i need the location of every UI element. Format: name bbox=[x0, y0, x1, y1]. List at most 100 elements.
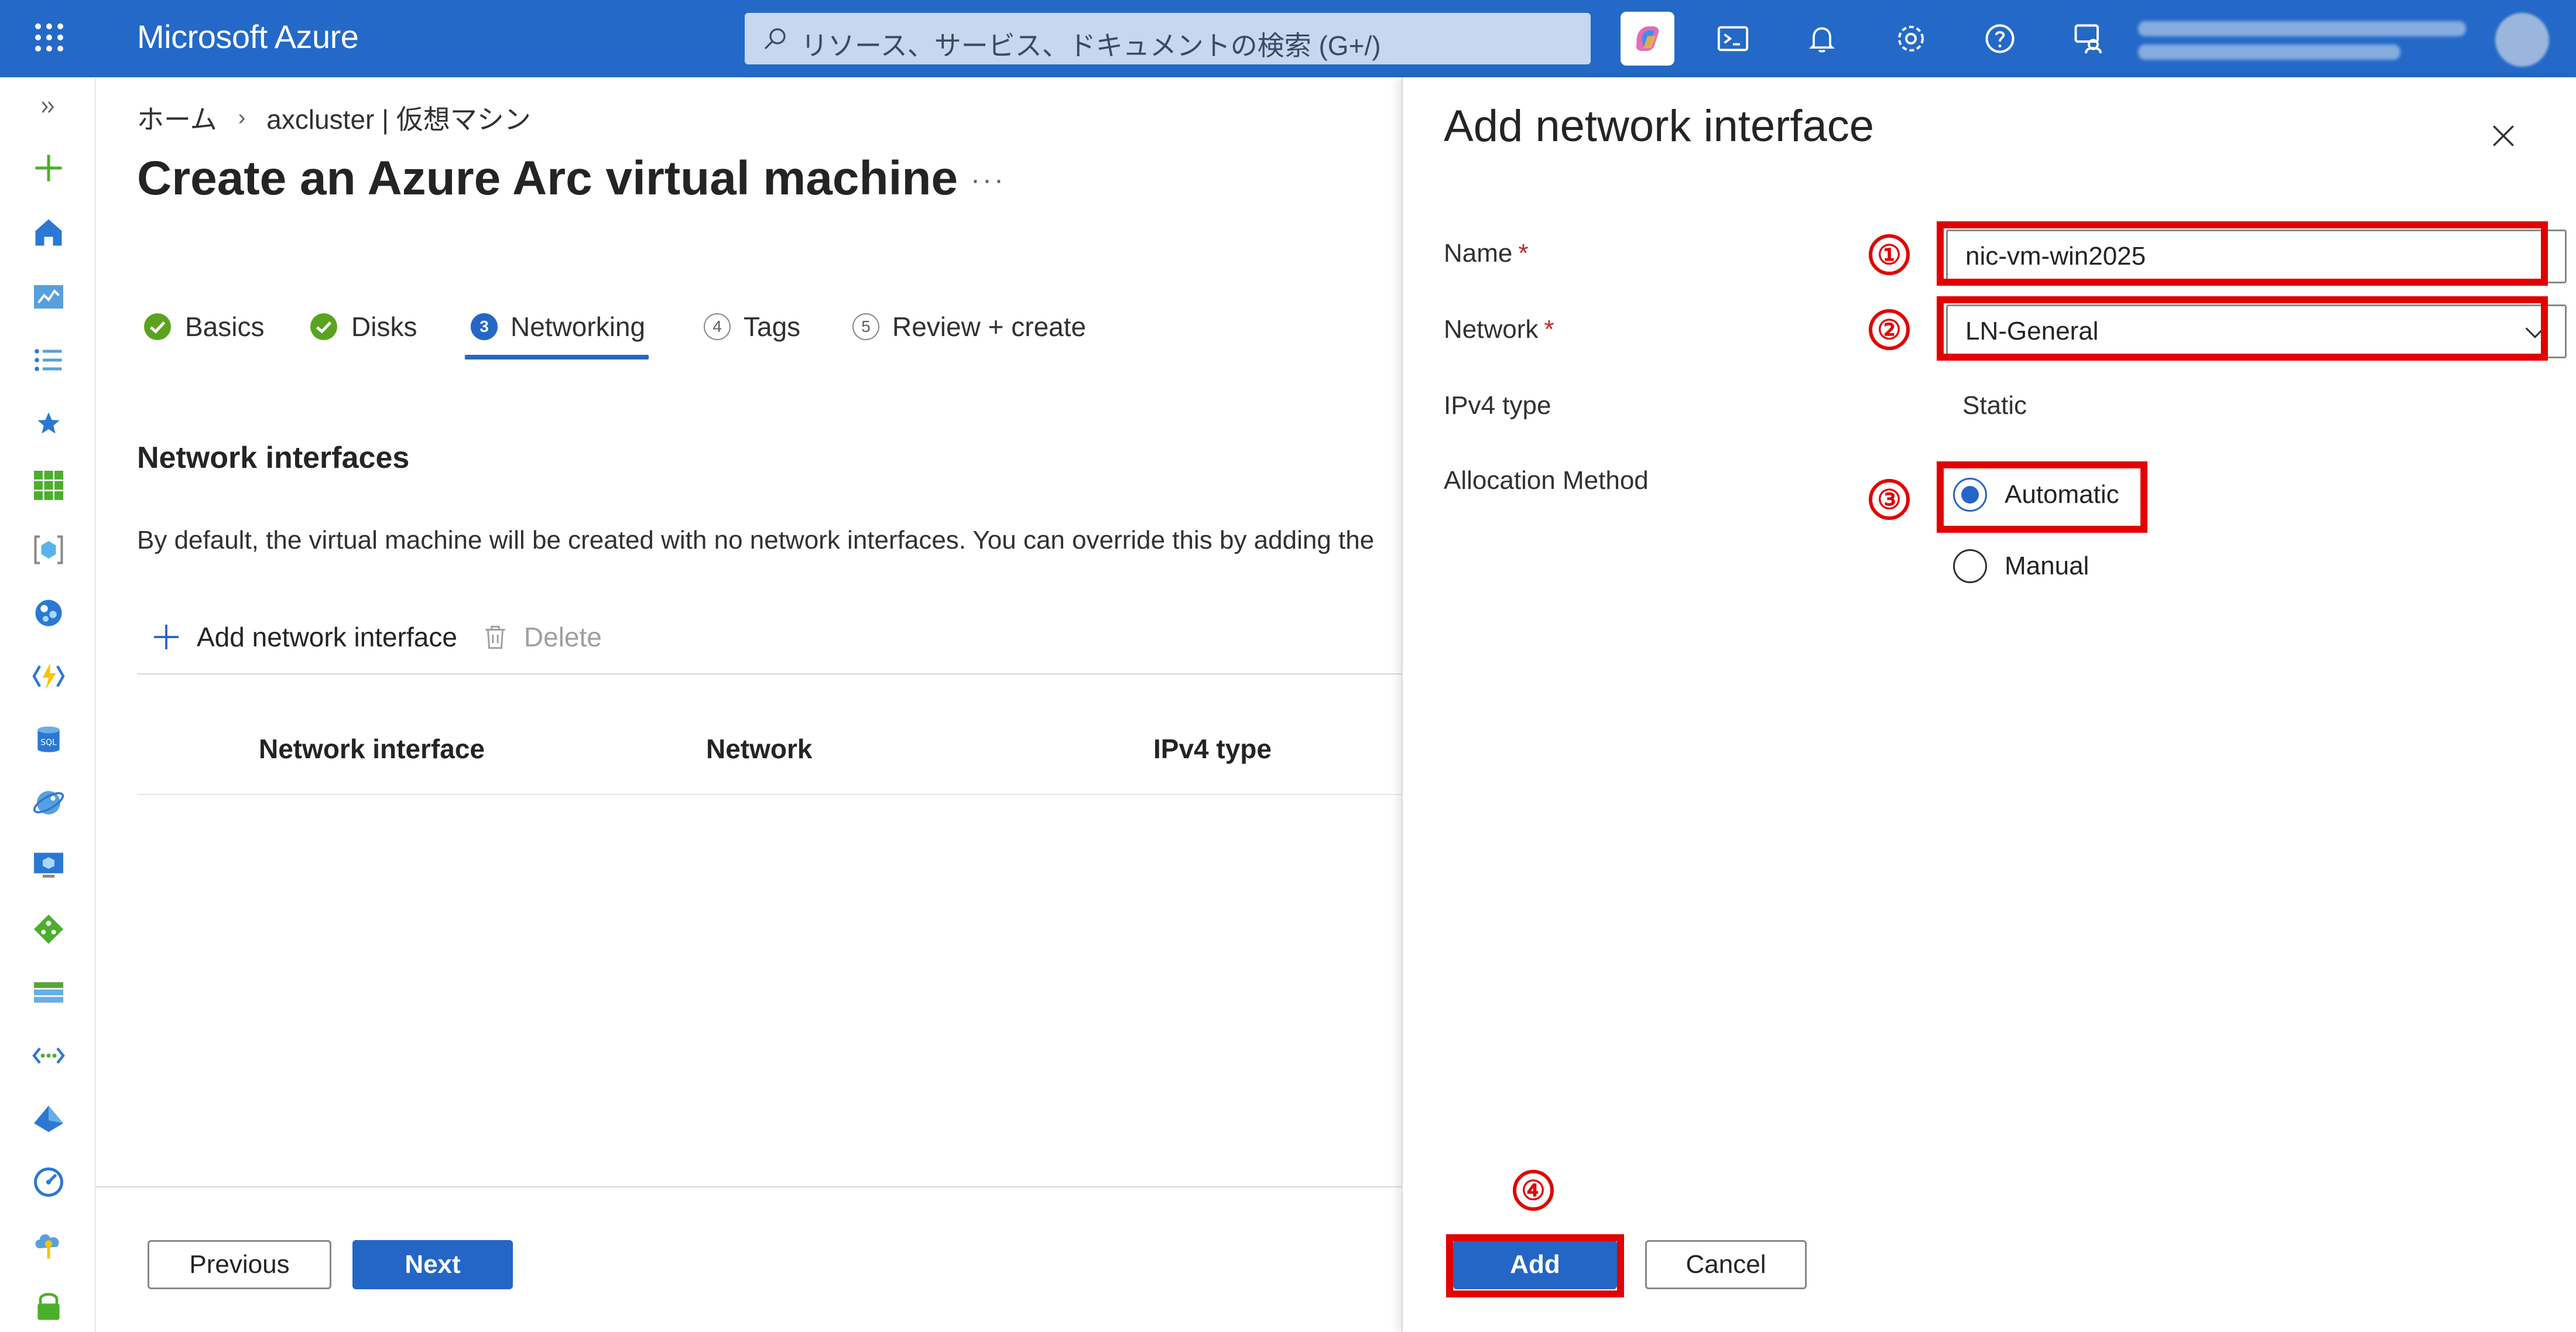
cloud-shell-icon[interactable] bbox=[1706, 12, 1760, 66]
network-selected-value: LN-General bbox=[1965, 317, 2099, 345]
app-services-icon[interactable] bbox=[28, 593, 69, 634]
account-info[interactable] bbox=[2138, 13, 2466, 66]
avatar[interactable] bbox=[2495, 13, 2549, 67]
previous-button[interactable]: Previous bbox=[148, 1240, 331, 1289]
chevron-down-icon bbox=[2525, 327, 2545, 338]
delete-button[interactable]: Delete bbox=[481, 621, 602, 653]
search-icon bbox=[764, 28, 786, 50]
advisor-icon[interactable] bbox=[28, 1225, 69, 1266]
trash-icon bbox=[485, 625, 505, 649]
step-marker: ① bbox=[1869, 234, 1910, 275]
waffle-menu-icon[interactable] bbox=[33, 21, 66, 54]
copilot-icon[interactable] bbox=[1621, 12, 1674, 66]
more-options-icon[interactable]: ··· bbox=[971, 164, 1006, 196]
breadcrumb: ホーム › axcluster | 仮想マシン bbox=[137, 98, 531, 137]
tab-label: Networking bbox=[511, 311, 646, 342]
check-circle-icon bbox=[310, 313, 337, 340]
feedback-icon[interactable] bbox=[2062, 12, 2116, 66]
active-tab-indicator bbox=[465, 355, 649, 359]
add-button[interactable]: Add bbox=[1453, 1240, 1617, 1289]
brand-name[interactable]: Microsoft Azure bbox=[137, 18, 359, 56]
radio-selected-icon bbox=[1953, 478, 1987, 512]
help-icon[interactable] bbox=[1973, 12, 2027, 66]
step-number: 4 bbox=[704, 313, 731, 340]
required-mark: * bbox=[1518, 239, 1529, 268]
delete-label: Delete bbox=[523, 622, 602, 652]
load-balancers-icon[interactable] bbox=[28, 909, 69, 950]
tab-label: Tags bbox=[744, 311, 801, 342]
network-label-text: Network bbox=[1444, 315, 1539, 344]
search-placeholder: リソース、サービス、ドキュメントの検索 (G+/) bbox=[801, 30, 1381, 61]
cosmos-db-icon[interactable] bbox=[28, 782, 69, 823]
allocation-automatic-radio[interactable]: Automatic bbox=[1953, 478, 2119, 512]
sql-databases-icon[interactable]: SQL bbox=[28, 719, 69, 760]
cancel-button[interactable]: Cancel bbox=[1645, 1240, 1807, 1289]
column-header-network[interactable]: Network bbox=[706, 733, 812, 765]
add-network-interface-button[interactable]: Add network interface bbox=[150, 621, 457, 653]
network-dropdown[interactable]: LN-General bbox=[1946, 304, 2567, 358]
network-label: Network * bbox=[1444, 315, 1554, 344]
name-label-text: Name bbox=[1444, 239, 1513, 268]
notifications-icon[interactable] bbox=[1795, 12, 1849, 66]
virtual-networks-icon[interactable] bbox=[28, 1035, 69, 1076]
radio-label: Manual bbox=[2005, 552, 2089, 580]
step-marker: ② bbox=[1869, 309, 1910, 350]
tab-tags[interactable]: 4 Tags bbox=[704, 297, 800, 356]
all-resources-icon[interactable] bbox=[28, 465, 69, 506]
step-number: 3 bbox=[471, 313, 498, 340]
column-header-network-interface[interactable]: Network interface bbox=[259, 733, 485, 765]
next-button[interactable]: Next bbox=[352, 1240, 513, 1289]
plus-icon bbox=[154, 625, 179, 649]
settings-icon[interactable] bbox=[1884, 12, 1938, 66]
tab-disks[interactable]: Disks bbox=[309, 297, 417, 356]
divider bbox=[137, 673, 1402, 674]
monitor-icon[interactable] bbox=[28, 1162, 69, 1203]
add-network-interface-label: Add network interface bbox=[197, 622, 457, 652]
step-marker: ④ bbox=[1513, 1170, 1554, 1211]
create-resource-icon[interactable] bbox=[28, 148, 69, 189]
allocation-manual-radio[interactable]: Manual bbox=[1953, 549, 2089, 583]
panel-title: Add network interface bbox=[1444, 101, 1875, 151]
all-services-icon[interactable] bbox=[28, 340, 69, 381]
resource-groups-icon[interactable] bbox=[28, 529, 69, 570]
home-icon[interactable] bbox=[28, 212, 69, 253]
dashboard-icon[interactable] bbox=[28, 276, 69, 317]
name-label: Name * bbox=[1444, 239, 1529, 268]
tab-label: Basics bbox=[185, 311, 265, 342]
close-icon[interactable] bbox=[2480, 112, 2527, 159]
expand-icon[interactable] bbox=[28, 87, 69, 128]
radio-unselected-icon bbox=[1953, 549, 1987, 583]
storage-accounts-icon[interactable] bbox=[28, 972, 69, 1013]
add-network-interface-panel: Add network interface Name * nic-vm-win20… bbox=[1402, 77, 2576, 1332]
tab-label: Review + create bbox=[892, 311, 1087, 342]
global-search[interactable]: リソース、サービス、ドキュメントの検索 (G+/) bbox=[745, 13, 1591, 64]
tab-basics[interactable]: Basics bbox=[143, 297, 264, 356]
security-icon[interactable] bbox=[28, 1286, 69, 1327]
ipv4-type-label: IPv4 type bbox=[1444, 391, 1551, 420]
divider bbox=[137, 794, 1402, 795]
required-mark: * bbox=[1544, 315, 1554, 344]
radio-label: Automatic bbox=[2005, 480, 2119, 509]
breadcrumb-current[interactable]: axcluster | 仮想マシン bbox=[266, 98, 531, 137]
tab-networking[interactable]: 3 Networking bbox=[471, 297, 645, 356]
section-title: Network interfaces bbox=[137, 441, 410, 475]
breadcrumb-home[interactable]: ホーム bbox=[137, 98, 217, 137]
column-header-ipv4-type[interactable]: IPv4 type bbox=[1153, 733, 1272, 765]
favorites-icon[interactable] bbox=[28, 403, 69, 444]
section-description: By default, the virtual machine will be … bbox=[137, 526, 1375, 554]
name-input[interactable]: nic-vm-win2025 bbox=[1946, 230, 2567, 283]
entra-id-icon[interactable] bbox=[28, 1098, 69, 1139]
tab-review-create[interactable]: 5 Review + create bbox=[852, 297, 1086, 356]
tab-label: Disks bbox=[351, 311, 417, 342]
check-circle-icon bbox=[144, 313, 171, 340]
function-app-icon[interactable] bbox=[28, 656, 69, 697]
top-bar: Microsoft Azure リソース、サービス、ドキュメントの検索 (G+/… bbox=[0, 0, 2576, 77]
ipv4-type-value: Static bbox=[1962, 391, 2027, 420]
step-number: 5 bbox=[852, 313, 879, 340]
svg-text:SQL: SQL bbox=[40, 738, 57, 747]
left-rail: SQL bbox=[0, 77, 96, 1332]
page-title: Create an Azure Arc virtual machine bbox=[137, 152, 958, 205]
command-bar: Add network interface Delete bbox=[150, 621, 602, 653]
virtual-machines-icon[interactable] bbox=[28, 845, 69, 886]
allocation-method-label: Allocation Method bbox=[1444, 466, 1649, 495]
